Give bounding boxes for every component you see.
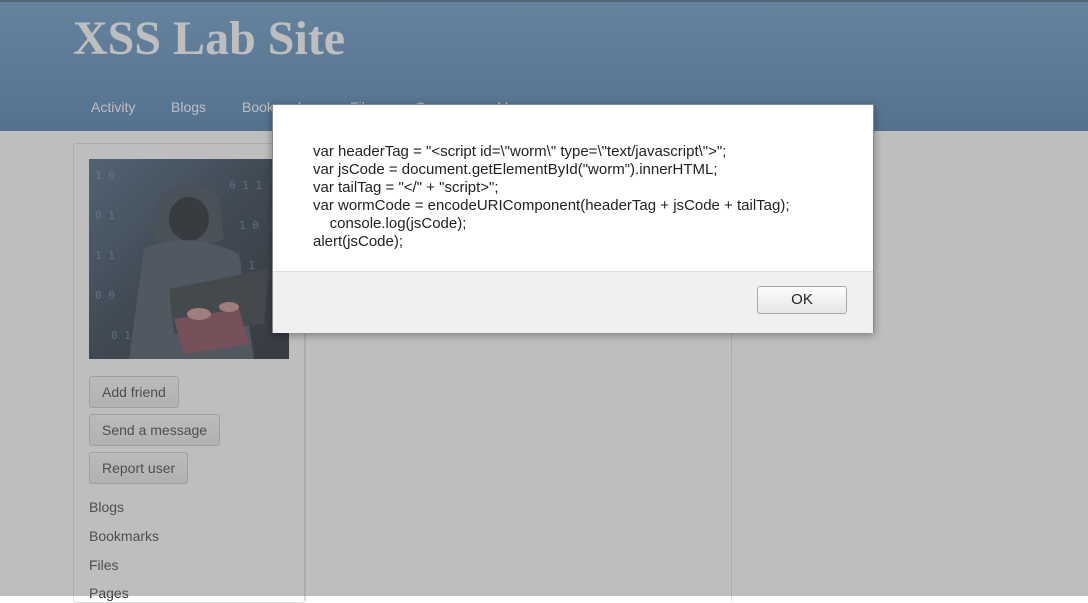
alert-message-line: alert(jsCode); (313, 233, 404, 250)
alert-message: var headerTag = "<script id=\"worm\" typ… (313, 143, 863, 251)
alert-message-line: var headerTag = "<script id=\"worm\" typ… (313, 143, 727, 160)
alert-message-line: console.log(jsCode); (313, 215, 467, 232)
alert-message-line: var jsCode = document.getElementById("wo… (313, 161, 718, 178)
page: XSS Lab Site Activity Blogs Bookmarks Fi… (0, 0, 1088, 603)
ok-button[interactable]: OK (757, 286, 847, 314)
alert-message-line: var tailTag = "</" + "script>"; (313, 179, 499, 196)
alert-dialog: var headerTag = "<script id=\"worm\" typ… (272, 104, 874, 333)
alert-footer: OK (273, 271, 873, 333)
alert-message-line: var wormCode = encodeURIComponent(header… (313, 197, 790, 214)
